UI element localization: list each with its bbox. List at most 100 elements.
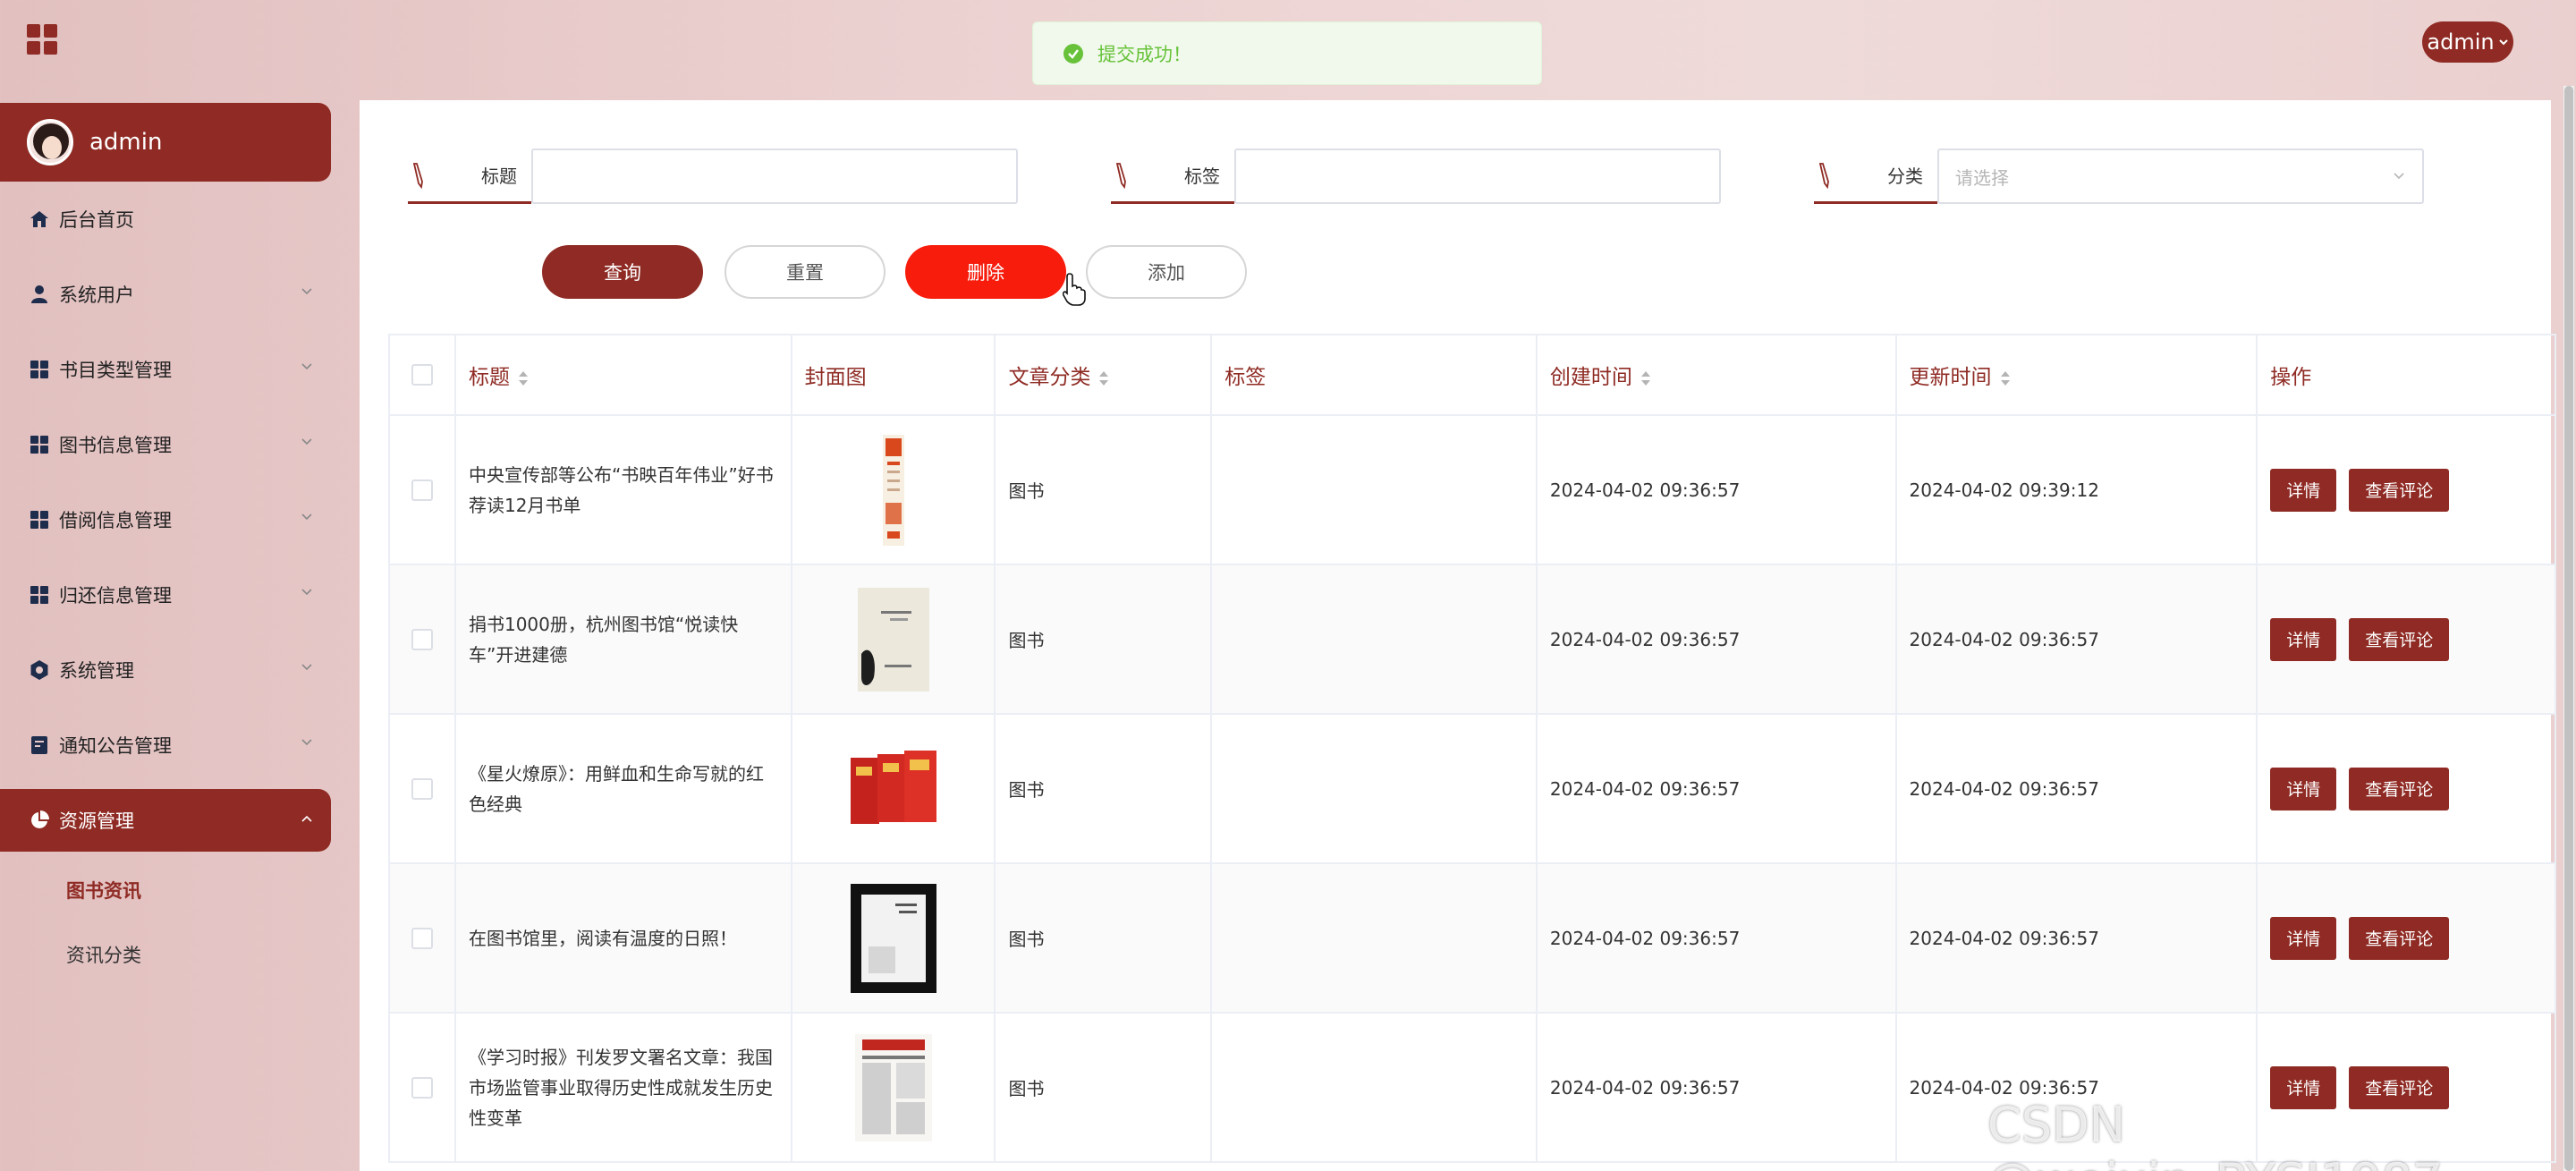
- row-checkbox[interactable]: [411, 927, 433, 949]
- sort-icon: [1640, 370, 1650, 386]
- chevron-down-icon: [301, 363, 312, 370]
- pen-icon: [1818, 162, 1829, 189]
- sidebar-item-notices[interactable]: 通知公告管理: [0, 708, 331, 783]
- sidebar-item-system-users[interactable]: 系统用户: [0, 257, 331, 332]
- user-menu-button[interactable]: admin: [2422, 21, 2513, 63]
- reset-button[interactable]: 重置: [724, 245, 886, 299]
- view-comments-button[interactable]: 查看评论: [2349, 468, 2450, 512]
- chevron-down-icon: [2498, 39, 2508, 46]
- sort-icon: [1099, 370, 1109, 386]
- sort-icon: [2000, 370, 2010, 386]
- column-header-updated[interactable]: 更新时间: [1894, 334, 2258, 416]
- avatar: [27, 119, 73, 165]
- chevron-down-icon: [301, 739, 312, 746]
- table-header-row: 标题 封面图 文章分类 标签 创建时间 更新时间 操作: [388, 334, 2556, 416]
- add-button[interactable]: 添加: [1086, 245, 1247, 299]
- sidebar-item-book-info[interactable]: 图书信息管理: [0, 407, 331, 482]
- sidebar-item-book-types[interactable]: 书目类型管理: [0, 332, 331, 407]
- row-title: 在图书馆里，阅读有温度的日照！: [453, 862, 792, 1014]
- query-button[interactable]: 查询: [542, 245, 703, 299]
- category-filter-label: 分类: [1887, 165, 1923, 187]
- row-title: 中央宣传部等公布“书映百年伟业”好书荐读12月书单: [453, 414, 792, 565]
- sidebar-item-label: 系统管理: [59, 660, 134, 682]
- check-circle-icon: [1063, 43, 1083, 64]
- sidebar-item-system-settings[interactable]: 系统管理: [0, 632, 331, 708]
- grid-icon: [29, 434, 50, 455]
- column-header-tags: 标签: [1210, 334, 1538, 416]
- detail-button[interactable]: 详情: [2270, 916, 2337, 960]
- user-menu-label: admin: [2427, 30, 2495, 55]
- pen-icon: [412, 162, 423, 189]
- view-comments-button[interactable]: 查看评论: [2349, 767, 2450, 810]
- row-updated-time: 2024-04-02 09:39:12: [1894, 414, 2258, 565]
- row-checkbox[interactable]: [411, 1076, 433, 1099]
- table-row: 中央宣传部等公布“书映百年伟业”好书荐读12月书单 图书 2024-04-02 …: [388, 414, 2556, 565]
- chevron-down-icon: [301, 513, 312, 521]
- row-title: 《星火燎原》：用鲜血和生命写就的红色经典: [453, 713, 792, 864]
- sidebar-profile[interactable]: admin: [0, 103, 331, 182]
- row-category: 图书: [994, 564, 1213, 715]
- sidebar: admin 后台首页 系统用户 书目类型管理 图书信息管理 借阅信息管理 归还信…: [0, 103, 331, 987]
- column-header-cover: 封面图: [790, 334, 996, 416]
- pie-chart-icon: [29, 810, 50, 831]
- chevron-down-icon: [301, 288, 312, 295]
- cover-image: [857, 587, 929, 692]
- column-header-category[interactable]: 文章分类: [994, 334, 1213, 416]
- detail-button[interactable]: 详情: [2270, 468, 2337, 512]
- row-tags: [1210, 414, 1538, 565]
- chevron-down-icon: [301, 664, 312, 671]
- sidebar-item-label: 通知公告管理: [59, 735, 172, 757]
- sidebar-item-home[interactable]: 后台首页: [0, 182, 331, 257]
- tag-filter-label: 标签: [1184, 165, 1220, 187]
- gear-icon: [29, 659, 50, 681]
- chevron-up-icon: [301, 815, 312, 822]
- user-icon: [29, 284, 50, 305]
- sidebar-item-borrow-info[interactable]: 借阅信息管理: [0, 482, 331, 557]
- row-updated-time: 2024-04-02 09:36:57: [1894, 862, 2258, 1014]
- sidebar-item-label: 后台首页: [59, 209, 134, 231]
- row-category: 图书: [994, 713, 1213, 864]
- row-checkbox[interactable]: [411, 777, 433, 800]
- tag-input[interactable]: [1234, 148, 1721, 204]
- row-category: 图书: [994, 1012, 1213, 1163]
- watermark-text: CSDN @weixin_BYSJ1987: [1987, 1097, 2443, 1171]
- row-created-time: 2024-04-02 09:36:57: [1535, 564, 1897, 715]
- category-filter: 分类 请选择: [1814, 148, 2424, 204]
- title-input[interactable]: [531, 148, 1018, 204]
- view-comments-button[interactable]: 查看评论: [2349, 916, 2450, 960]
- chevron-down-icon: [301, 438, 312, 445]
- main-panel: 标题 标签 分类 请选择 查询 重置 删除 添加 标题 封面图 文章分类 标签 …: [360, 100, 2556, 1171]
- title-filter: 标题: [408, 148, 1018, 204]
- detail-button[interactable]: 详情: [2270, 767, 2337, 810]
- detail-button[interactable]: 详情: [2270, 617, 2337, 661]
- scrollbar[interactable]: [2563, 86, 2574, 1171]
- column-header-created[interactable]: 创建时间: [1535, 334, 1897, 416]
- home-icon: [29, 208, 50, 230]
- app-grid-icon[interactable]: [27, 24, 57, 55]
- sidebar-item-return-info[interactable]: 归还信息管理: [0, 557, 331, 632]
- sidebar-item-resources[interactable]: 资源管理: [0, 789, 331, 852]
- row-updated-time: 2024-04-02 09:36:57: [1894, 713, 2258, 864]
- category-select[interactable]: 请选择: [1937, 148, 2424, 204]
- table-row: 在图书馆里，阅读有温度的日照！ 图书 2024-04-02 09:36:57 2…: [388, 862, 2556, 1014]
- chevron-down-icon: [2394, 173, 2404, 180]
- sidebar-item-label: 图书信息管理: [59, 435, 172, 456]
- cover-image: [882, 434, 904, 546]
- view-comments-button[interactable]: 查看评论: [2349, 617, 2450, 661]
- document-icon: [29, 734, 50, 756]
- row-checkbox[interactable]: [411, 628, 433, 650]
- news-table: 标题 封面图 文章分类 标签 创建时间 更新时间 操作 中央宣传部等公布“书映百…: [388, 334, 2556, 1163]
- column-header-title[interactable]: 标题: [453, 334, 792, 416]
- row-title: 捐书1000册，杭州图书馆“悦读快车”开进建德: [453, 564, 792, 715]
- row-tags: [1210, 713, 1538, 864]
- select-all-checkbox[interactable]: [411, 364, 433, 386]
- row-tags: [1210, 564, 1538, 715]
- delete-button[interactable]: 删除: [905, 245, 1066, 299]
- row-tags: [1210, 862, 1538, 1014]
- sidebar-subitem-book-news[interactable]: 图书资讯: [0, 858, 331, 922]
- row-checkbox[interactable]: [411, 479, 433, 501]
- pen-icon: [1115, 162, 1126, 189]
- table-row: 捐书1000册，杭州图书馆“悦读快车”开进建德 图书 2024-04-02 09…: [388, 564, 2556, 715]
- sidebar-subitem-news-category[interactable]: 资讯分类: [0, 922, 331, 987]
- cover-image: [854, 1033, 932, 1141]
